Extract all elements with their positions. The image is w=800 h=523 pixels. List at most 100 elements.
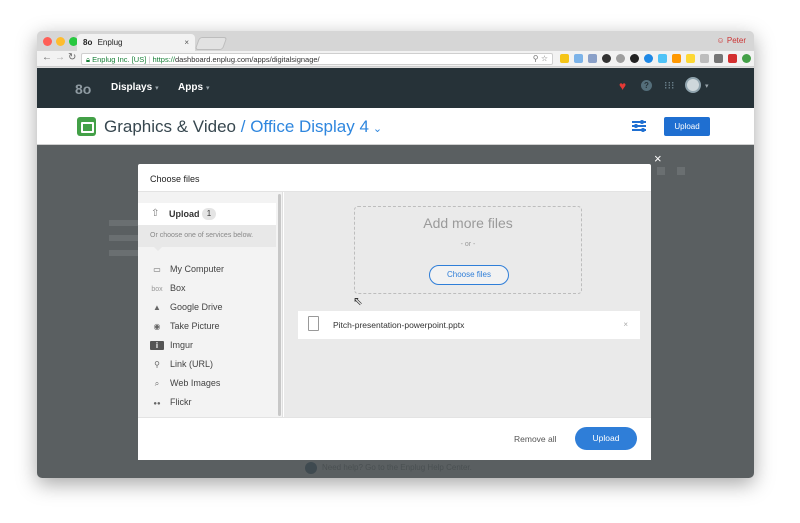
zoom-icon[interactable]: ⚲ bbox=[533, 54, 539, 63]
tab-strip: 8o Enplug × ☺ Peter bbox=[37, 31, 754, 51]
tab-title: Enplug bbox=[97, 38, 123, 47]
site-identity: Enplug Inc. [US] bbox=[92, 55, 147, 64]
sidebar-item-link-url[interactable]: ⚲ Link (URL) bbox=[150, 359, 213, 373]
remove-all-button[interactable]: Remove all bbox=[514, 434, 557, 444]
reload-icon[interactable]: ↻ bbox=[68, 52, 76, 63]
display-selector[interactable]: Office Display 4 bbox=[250, 117, 369, 136]
hint-pointer bbox=[154, 247, 162, 251]
extension-icon-13[interactable] bbox=[728, 54, 737, 63]
page-title-bar: Graphics & Video / Office Display 4 ⌄ Upl… bbox=[37, 108, 754, 145]
sidebar-item-imgur[interactable]: i Imgur bbox=[150, 340, 193, 354]
dropzone-title: Add more files bbox=[423, 215, 513, 231]
background-grid-icon bbox=[657, 167, 665, 175]
extension-icon-9[interactable] bbox=[672, 54, 681, 63]
file-dropzone[interactable]: Add more files - or - Choose files bbox=[354, 206, 582, 294]
sidebar-item-box[interactable]: box Box bbox=[150, 283, 185, 297]
service-label: Imgur bbox=[170, 340, 194, 350]
modal-close-icon[interactable]: × bbox=[654, 151, 662, 166]
help-circle-icon bbox=[305, 462, 317, 474]
app-name: Graphics & Video bbox=[104, 117, 236, 136]
modal-title: Choose files bbox=[150, 174, 200, 184]
apps-grid-icon[interactable]: ⁝⁝⁝ bbox=[664, 79, 675, 92]
upload-button-header[interactable]: Upload bbox=[664, 117, 710, 136]
new-tab-button[interactable] bbox=[194, 37, 228, 50]
extension-icon-14[interactable] bbox=[742, 54, 751, 63]
avatar[interactable] bbox=[685, 77, 701, 93]
profile-name: Peter bbox=[726, 36, 746, 45]
extension-icon-3[interactable] bbox=[588, 54, 597, 63]
sidebar-item-take-picture[interactable]: ◉ Take Picture bbox=[150, 321, 220, 335]
enplug-logo[interactable]: 8o bbox=[75, 81, 91, 97]
choose-files-modal: Choose files ⇧ Upload 1 Or choose one of… bbox=[138, 164, 651, 460]
remove-file-icon[interactable]: × bbox=[623, 320, 628, 329]
nav-apps[interactable]: Apps ▾ bbox=[178, 82, 210, 93]
bookmark-star-icon[interactable]: ☆ bbox=[541, 54, 548, 63]
browser-tab[interactable]: 8o Enplug × bbox=[77, 34, 195, 51]
sidebar-item-upload[interactable]: ⇧ Upload 1 bbox=[138, 203, 276, 225]
choose-files-button[interactable]: Choose files bbox=[429, 265, 509, 285]
upload-button[interactable]: Upload bbox=[575, 427, 637, 450]
dropzone-or: - or - bbox=[460, 241, 476, 248]
upload-count-badge: 1 bbox=[202, 208, 216, 220]
graphics-video-app-icon bbox=[77, 117, 96, 136]
file-icon bbox=[308, 316, 319, 331]
minimize-window-button[interactable] bbox=[56, 37, 65, 46]
extension-icon-5[interactable] bbox=[616, 54, 625, 63]
extension-icon-11[interactable] bbox=[700, 54, 709, 63]
address-bar[interactable]: 🔒︎ Enplug Inc. [US] | https://dashboard.… bbox=[81, 53, 553, 65]
nav-displays-label: Displays bbox=[111, 82, 153, 93]
sidebar-item-google-drive[interactable]: ▲ Google Drive bbox=[150, 302, 223, 316]
service-label: Web Images bbox=[170, 378, 221, 388]
sidebar-item-web-images[interactable]: ⌕ Web Images bbox=[150, 378, 221, 392]
extension-icon-12[interactable] bbox=[714, 54, 723, 63]
sidebar-item-my-computer[interactable]: ▭ My Computer bbox=[150, 264, 224, 278]
service-label: Flickr bbox=[170, 397, 192, 407]
page-title: Graphics & Video / Office Display 4 ⌄ bbox=[104, 117, 382, 137]
extension-icon-4[interactable] bbox=[602, 54, 611, 63]
service-label: My Computer bbox=[170, 264, 225, 274]
search-icon: ⌕ bbox=[154, 379, 160, 388]
enplug-favicon-icon: 8o bbox=[83, 38, 93, 47]
extension-icon-10[interactable] bbox=[686, 54, 695, 63]
modal-footer: Remove all Upload bbox=[138, 417, 651, 460]
extension-icon-6[interactable] bbox=[630, 54, 639, 63]
file-name: Pitch-presentation-powerpoint.pptx bbox=[333, 320, 465, 330]
camera-icon: ◉ bbox=[153, 322, 161, 331]
upload-icon: ⇧ bbox=[151, 208, 160, 219]
chevron-down-icon: ▾ bbox=[155, 85, 159, 92]
nav-displays[interactable]: Displays ▾ bbox=[111, 82, 159, 93]
file-list-item: Pitch-presentation-powerpoint.pptx × bbox=[298, 311, 640, 339]
forward-arrow-icon[interactable]: → bbox=[55, 52, 65, 63]
browser-window: 8o Enplug × ☺ Peter ← → ↻ 🔒︎ Enplug Inc.… bbox=[37, 31, 754, 478]
extension-icon-2[interactable] bbox=[574, 54, 583, 63]
sidebar-item-flickr[interactable]: ●● Flickr bbox=[150, 397, 192, 411]
chevron-down-icon[interactable]: ⌄ bbox=[373, 123, 382, 135]
lock-icon: 🔒︎ bbox=[86, 55, 90, 64]
url-scheme: https:// bbox=[152, 55, 175, 64]
profile-button[interactable]: ☺ Peter bbox=[716, 36, 746, 45]
back-arrow-icon[interactable]: ← bbox=[42, 52, 52, 63]
help-icon[interactable]: ? bbox=[641, 80, 652, 91]
extension-icon-7[interactable] bbox=[644, 54, 653, 63]
help-center-text: Need help? Go to the Enplug Help Center. bbox=[322, 463, 472, 473]
background-thumbnail bbox=[109, 250, 139, 256]
sidebar-scrollbar[interactable] bbox=[278, 194, 281, 416]
service-label: Take Picture bbox=[170, 321, 220, 331]
extension-icon-1[interactable] bbox=[560, 54, 569, 63]
app-header: 8o Displays ▾ Apps ▾ ♥ ? ⁝⁝⁝ ▾ bbox=[37, 68, 754, 108]
imgur-icon: i bbox=[150, 341, 164, 350]
chevron-down-icon: ▾ bbox=[206, 85, 210, 92]
sliders-settings-icon[interactable] bbox=[632, 120, 646, 132]
tab-close-icon[interactable]: × bbox=[184, 38, 189, 47]
nav-apps-label: Apps bbox=[178, 82, 203, 93]
mouse-cursor-icon: ⇖ bbox=[353, 294, 364, 308]
close-window-button[interactable] bbox=[43, 37, 52, 46]
heart-icon[interactable]: ♥ bbox=[619, 79, 626, 93]
upload-content-area: Add more files - or - Choose files ⇖ Pit… bbox=[284, 192, 651, 417]
extension-icon-8[interactable] bbox=[658, 54, 667, 63]
monitor-icon: ▭ bbox=[153, 265, 161, 274]
help-center-link[interactable]: Need help? Go to the Enplug Help Center. bbox=[305, 462, 472, 474]
box-icon: box bbox=[151, 286, 163, 293]
service-sidebar: ⇧ Upload 1 Or choose one of services bel… bbox=[138, 192, 283, 417]
upload-label: Upload bbox=[169, 209, 200, 219]
